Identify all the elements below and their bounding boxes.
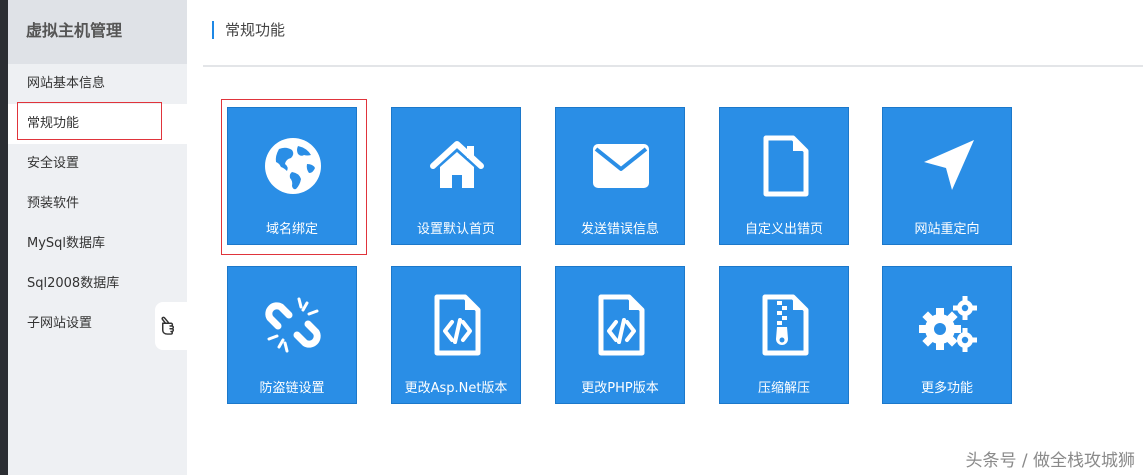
- tile-label: 域名绑定: [265, 222, 318, 237]
- tile-default-homepage[interactable]: 设置默认首页: [391, 107, 521, 245]
- left-edge-strip: [0, 0, 8, 475]
- tile-label: 发送错误信息: [580, 222, 659, 237]
- location-arrow-icon: [916, 134, 980, 198]
- zip-file-icon: [753, 293, 817, 357]
- tile-more-functions[interactable]: 更多功能: [882, 266, 1012, 404]
- tile-site-redirect[interactable]: 网站重定向: [882, 107, 1012, 245]
- sidebar-item-site-info[interactable]: 网站基本信息: [8, 64, 187, 104]
- envelope-icon: [589, 134, 653, 198]
- tile-label: 更多功能: [920, 381, 973, 396]
- tile-label: 更改PHP版本: [581, 381, 659, 396]
- gears-icon: [916, 293, 980, 357]
- sidebar-item-common-functions[interactable]: 常规功能: [8, 104, 187, 144]
- hand-pointer-icon: [161, 316, 174, 335]
- code-file-icon: [425, 293, 489, 357]
- title-divider: [203, 65, 1143, 67]
- tile-label: 压缩解压: [757, 381, 810, 396]
- tile-label: 网站重定向: [914, 222, 980, 237]
- tile-domain-binding[interactable]: 域名绑定: [227, 107, 357, 245]
- watermark-text: 头条号 / 做全栈攻城狮: [965, 451, 1135, 471]
- tile-label: 自定义出错页: [744, 222, 823, 237]
- home-icon: [425, 134, 489, 198]
- globe-icon: [261, 134, 325, 198]
- page-title: 常规功能: [212, 21, 285, 39]
- sidebar-item-mysql[interactable]: MySql数据库: [8, 224, 187, 264]
- tile-custom-error-page[interactable]: 自定义出错页: [719, 107, 849, 245]
- collapse-sidebar-button[interactable]: [155, 302, 187, 350]
- tile-hotlink-protection[interactable]: 防盗链设置: [227, 266, 357, 404]
- tile-label: 设置默认首页: [416, 222, 495, 237]
- tile-label: 更改Asp.Net版本: [404, 381, 508, 396]
- sidebar-item-security[interactable]: 安全设置: [8, 144, 187, 184]
- tile-compress-extract[interactable]: 压缩解压: [719, 266, 849, 404]
- tile-send-error-info[interactable]: 发送错误信息: [555, 107, 685, 245]
- file-icon: [753, 134, 817, 198]
- tile-label: 防盗链设置: [259, 381, 325, 396]
- sidebar: 虚拟主机管理 网站基本信息 常规功能 安全设置 预装软件 MySql数据库 Sq…: [8, 0, 187, 475]
- tile-change-php-version[interactable]: 更改PHP版本: [555, 266, 685, 404]
- code-file-icon: [589, 293, 653, 357]
- sidebar-item-preinstalled-software[interactable]: 预装软件: [8, 184, 187, 224]
- sidebar-title: 虚拟主机管理: [8, 0, 187, 64]
- tile-change-aspnet-version[interactable]: 更改Asp.Net版本: [391, 266, 521, 404]
- sidebar-item-sql2008[interactable]: Sql2008数据库: [8, 264, 187, 304]
- broken-link-icon: [261, 293, 325, 357]
